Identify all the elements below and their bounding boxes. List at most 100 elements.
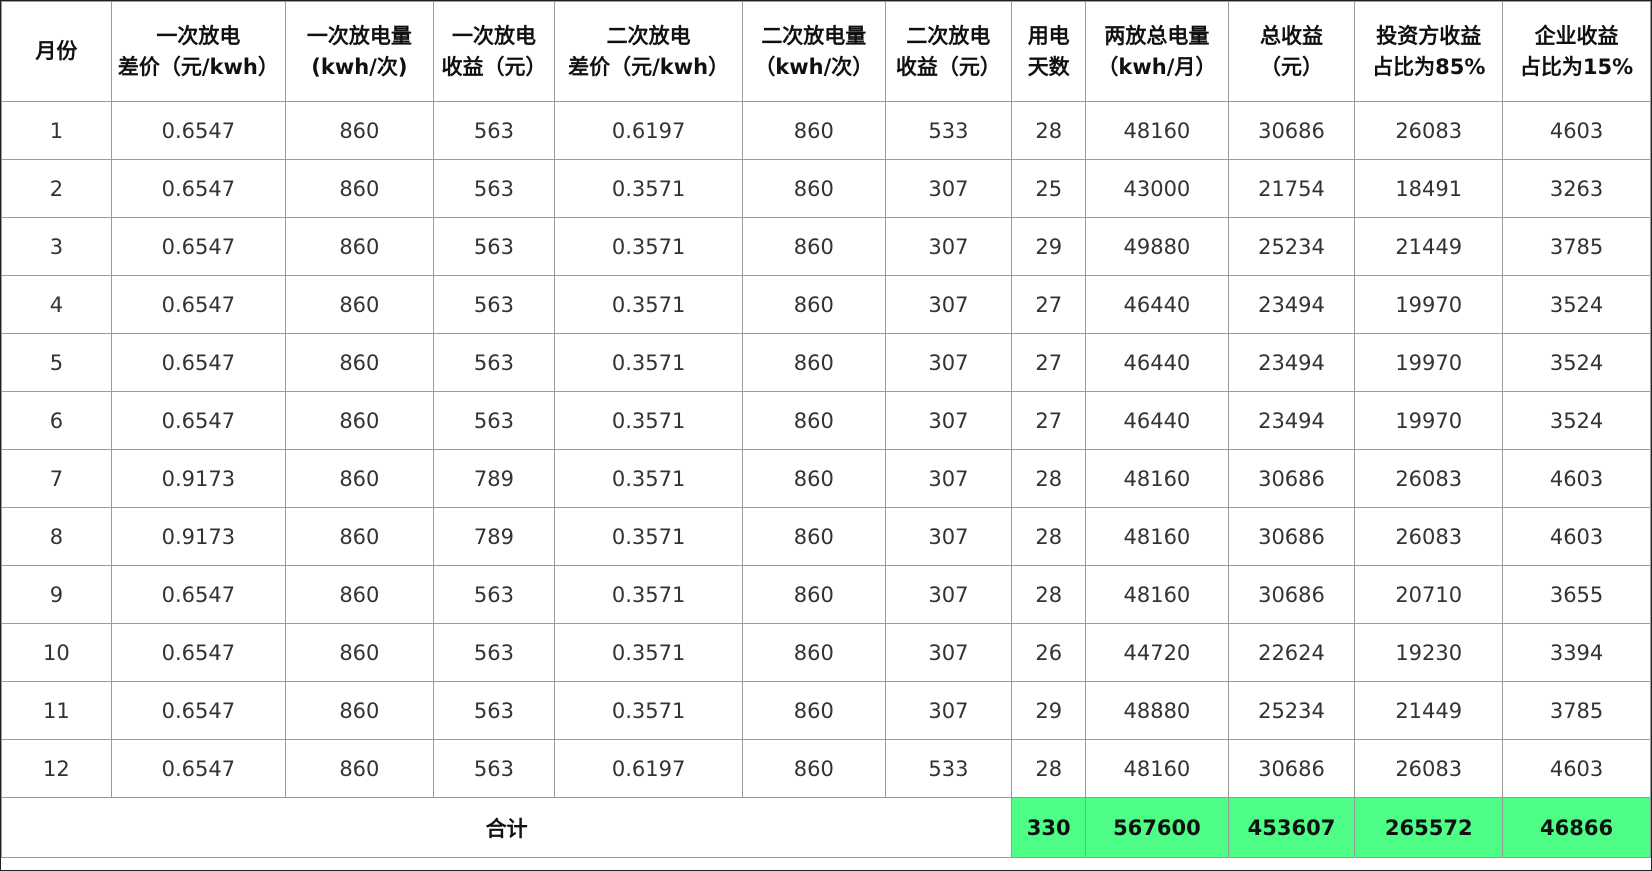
table-cell: 860 bbox=[284, 333, 434, 392]
table-cell: 4603 bbox=[1502, 507, 1651, 566]
table-cell: 563 bbox=[432, 159, 556, 218]
table-cell: 0.3571 bbox=[554, 275, 744, 334]
table-cell: 46440 bbox=[1085, 275, 1229, 334]
table-cell: 3785 bbox=[1502, 681, 1651, 740]
table-cell: 3394 bbox=[1502, 623, 1651, 682]
table-cell: 1 bbox=[1, 101, 112, 160]
table-cell: 3263 bbox=[1502, 159, 1651, 218]
table-cell: 563 bbox=[432, 217, 556, 276]
table-cell: 563 bbox=[432, 275, 556, 334]
table-cell: 9 bbox=[1, 565, 112, 624]
column-header-line: 总收益 bbox=[1259, 23, 1323, 48]
table-cell: 19970 bbox=[1354, 275, 1504, 334]
table-cell: 11 bbox=[1, 681, 112, 740]
table-cell: 860 bbox=[742, 333, 886, 392]
table-cell: 28 bbox=[1011, 565, 1087, 624]
table-cell: 860 bbox=[284, 159, 434, 218]
table-cell: 3524 bbox=[1502, 391, 1651, 450]
table-cell: 26 bbox=[1011, 623, 1087, 682]
table-cell: 48160 bbox=[1085, 739, 1229, 798]
total-enterprise-revenue: 46866 bbox=[1502, 797, 1651, 858]
table-cell: 307 bbox=[884, 449, 1013, 508]
table-cell: 0.6547 bbox=[110, 159, 286, 218]
table-cell: 860 bbox=[742, 449, 886, 508]
table-cell: 25234 bbox=[1227, 217, 1356, 276]
table-cell: 307 bbox=[884, 681, 1013, 740]
table-cell: 8 bbox=[1, 507, 112, 566]
table-cell: 860 bbox=[742, 101, 886, 160]
table-cell: 307 bbox=[884, 565, 1013, 624]
table-cell: 0.6547 bbox=[110, 275, 286, 334]
column-header: 一次放电 差价（元/kwh） bbox=[110, 1, 286, 102]
table-cell: 0.6547 bbox=[110, 565, 286, 624]
table-cell: 5 bbox=[1, 333, 112, 392]
total-investor-revenue: 265572 bbox=[1354, 797, 1504, 858]
table-cell: 27 bbox=[1011, 333, 1087, 392]
table-cell: 46440 bbox=[1085, 333, 1229, 392]
table-cell: 860 bbox=[742, 565, 886, 624]
table-cell: 30686 bbox=[1227, 739, 1356, 798]
table-cell: 0.3571 bbox=[554, 681, 744, 740]
table-cell: 28 bbox=[1011, 739, 1087, 798]
table-cell: 563 bbox=[432, 681, 556, 740]
table-cell: 860 bbox=[742, 681, 886, 740]
table-cell: 23494 bbox=[1227, 391, 1356, 450]
table-cell: 4603 bbox=[1502, 449, 1651, 508]
column-header-line: 二次放电量 bbox=[761, 23, 867, 48]
table-row: 9 0.6547 860 563 0.3571 860 307 28 48160 30686 207… bbox=[1, 565, 1651, 624]
table-cell: 0.3571 bbox=[554, 333, 744, 392]
table-cell: 12 bbox=[1, 739, 112, 798]
table-cell: 0.6547 bbox=[110, 739, 286, 798]
table-cell: 28 bbox=[1011, 507, 1087, 566]
column-header-line: （kwh/月） bbox=[1097, 54, 1217, 79]
table-cell: 860 bbox=[742, 275, 886, 334]
table-cell: 23494 bbox=[1227, 275, 1356, 334]
column-header-line: 差价（元/kwh） bbox=[568, 54, 730, 79]
table-cell: 30686 bbox=[1227, 565, 1356, 624]
table-cell: 3655 bbox=[1502, 565, 1651, 624]
table-cell: 18491 bbox=[1354, 159, 1504, 218]
table-cell: 26083 bbox=[1354, 739, 1504, 798]
table-cell: 563 bbox=[432, 739, 556, 798]
table-cell: 21449 bbox=[1354, 217, 1504, 276]
table-cell: 860 bbox=[742, 507, 886, 566]
total-energy: 567600 bbox=[1085, 797, 1229, 858]
table-cell: 48880 bbox=[1085, 681, 1229, 740]
table-cell: 0.6547 bbox=[110, 623, 286, 682]
column-header-line: 企业收益 bbox=[1534, 23, 1619, 48]
table-cell: 46440 bbox=[1085, 391, 1229, 450]
table-row: 12 0.6547 860 563 0.6197 860 533 28 48160 30686 26… bbox=[1, 739, 1651, 798]
table-cell: 23494 bbox=[1227, 333, 1356, 392]
table-cell: 19230 bbox=[1354, 623, 1504, 682]
table-cell: 860 bbox=[742, 159, 886, 218]
table-cell: 307 bbox=[884, 275, 1013, 334]
table-cell: 860 bbox=[284, 217, 434, 276]
column-header: 用电 天数 bbox=[1011, 1, 1087, 102]
table-cell: 48160 bbox=[1085, 449, 1229, 508]
table-row: 2 0.6547 860 563 0.3571 860 307 25 43000 21754 184… bbox=[1, 159, 1651, 218]
table-row: 1 0.6547 860 563 0.6197 860 533 28 48160 30686 260… bbox=[1, 101, 1651, 160]
column-header-line: 一次放电量 bbox=[306, 23, 412, 48]
column-header-line: 收益（元） bbox=[441, 54, 547, 79]
table-cell: 533 bbox=[884, 739, 1013, 798]
table-cell: 0.6547 bbox=[110, 681, 286, 740]
table-cell: 25234 bbox=[1227, 681, 1356, 740]
table-cell: 307 bbox=[884, 507, 1013, 566]
table-cell: 26083 bbox=[1354, 101, 1504, 160]
table-cell: 6 bbox=[1, 391, 112, 450]
table-cell: 27 bbox=[1011, 391, 1087, 450]
table-cell: 0.3571 bbox=[554, 391, 744, 450]
table-cell: 563 bbox=[432, 391, 556, 450]
column-header: 两放总电量 （kwh/月） bbox=[1085, 1, 1229, 102]
total-label: 合计 bbox=[0, 797, 1013, 858]
table-cell: 48160 bbox=[1085, 565, 1229, 624]
table-cell: 789 bbox=[432, 507, 556, 566]
table-cell: 4 bbox=[1, 275, 112, 334]
total-days: 330 bbox=[1011, 797, 1087, 858]
column-header: 一次放电 收益（元） bbox=[432, 1, 556, 102]
table-footer: 合计 330 567600 453607 265572 46866 bbox=[0, 797, 1651, 858]
table-cell: 307 bbox=[884, 391, 1013, 450]
table-cell: 25 bbox=[1011, 159, 1087, 218]
column-header: 二次放电 收益（元） bbox=[884, 1, 1013, 102]
table-row: 3 0.6547 860 563 0.3571 860 307 29 49880 25234 214… bbox=[1, 217, 1651, 276]
